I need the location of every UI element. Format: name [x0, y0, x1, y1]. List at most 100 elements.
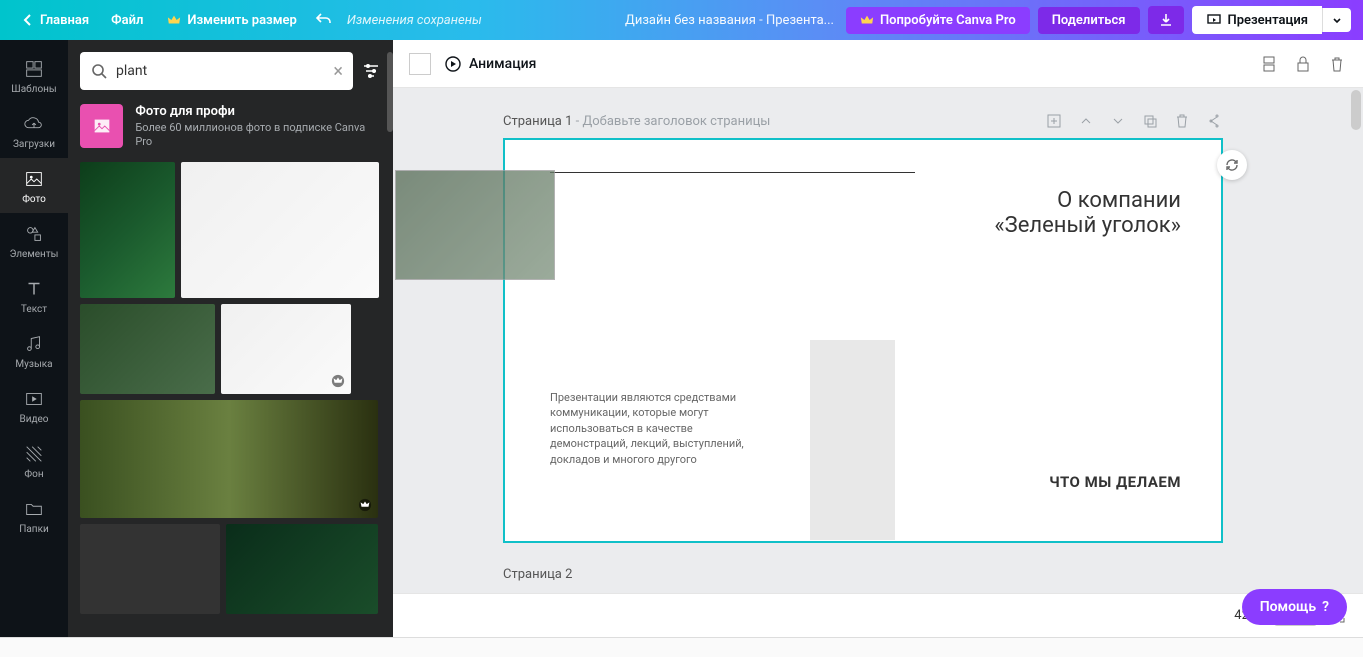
crown-icon — [860, 13, 874, 27]
search-icon — [90, 62, 108, 80]
photo-thumb[interactable] — [80, 304, 215, 394]
photo-thumb[interactable] — [80, 400, 378, 518]
resize-button[interactable]: Изменить размер — [155, 7, 308, 34]
rail-video-label: Видео — [19, 414, 48, 425]
shapes-icon — [23, 223, 45, 245]
move-up-icon[interactable] — [1077, 112, 1095, 130]
rail-music-label: Музыка — [15, 359, 52, 370]
canvas-toolbar: Анимация — [393, 40, 1363, 88]
rail-video[interactable]: Видео — [0, 378, 68, 433]
photo-thumb[interactable] — [80, 524, 220, 614]
canvas-scroll[interactable]: Страница 1 - Добавьте заголовок страницы… — [393, 88, 1363, 637]
help-label: Помощь — [1260, 599, 1316, 615]
folder-icon — [23, 498, 45, 520]
refresh-icon — [1224, 157, 1240, 173]
rail-elements-label: Элементы — [10, 249, 59, 260]
page-header: Страница 1 - Добавьте заголовок страницы — [503, 112, 1223, 130]
rail-templates[interactable]: Шаблоны — [0, 48, 68, 103]
rail-uploads[interactable]: Загрузки — [0, 103, 68, 158]
undo-button[interactable] — [309, 5, 339, 35]
video-icon — [23, 388, 45, 410]
text-icon — [23, 278, 45, 300]
pro-promo-card[interactable]: Фото для профи Более 60 миллионов фото в… — [80, 104, 381, 150]
rail-text[interactable]: Текст — [0, 268, 68, 323]
slide-title[interactable]: О компании «Зеленый уголок» — [994, 188, 1181, 238]
rail-background-label: Фон — [24, 469, 43, 480]
rail-templates-label: Шаблоны — [11, 84, 56, 95]
animation-button[interactable]: Анимация — [443, 54, 536, 74]
download-button[interactable] — [1148, 6, 1184, 34]
try-pro-button[interactable]: Попробуйте Canva Pro — [846, 7, 1030, 34]
animation-label: Анимация — [469, 56, 536, 72]
duplicate-icon[interactable] — [1141, 112, 1159, 130]
page-number-label: Страница 1 — [503, 114, 572, 129]
rail-background[interactable]: Фон — [0, 433, 68, 488]
browser-footer — [0, 637, 1363, 657]
slide-body-text[interactable]: Презентации являются средствами коммуник… — [550, 390, 760, 467]
search-box: × — [80, 52, 353, 90]
photo-thumb[interactable] — [80, 162, 175, 298]
rail-uploads-label: Загрузки — [13, 139, 55, 150]
filter-button[interactable] — [361, 61, 381, 81]
home-label: Главная — [40, 13, 89, 28]
pro-label: Попробуйте Canva Pro — [880, 13, 1016, 28]
document-title[interactable]: Дизайн без названия - Презента... — [625, 13, 834, 28]
present-label: Презентация — [1228, 13, 1309, 28]
color-swatch[interactable] — [409, 53, 431, 75]
divider-line — [550, 172, 915, 173]
presentation-icon — [1206, 12, 1222, 28]
slide-page-1[interactable]: О компании «Зеленый уголок» Презентации … — [503, 138, 1223, 543]
chevron-left-icon — [22, 14, 34, 26]
bottom-bar: 42 % 15 — [393, 593, 1363, 637]
move-down-icon[interactable] — [1109, 112, 1127, 130]
rail-music[interactable]: Музыка — [0, 323, 68, 378]
photo-thumb[interactable] — [181, 162, 379, 298]
home-button[interactable]: Главная — [12, 7, 99, 34]
resize-label: Изменить размер — [187, 13, 296, 28]
background-icon — [23, 443, 45, 465]
vertical-scrollbar[interactable] — [1351, 90, 1361, 130]
present-button[interactable]: Презентация — [1192, 6, 1323, 34]
image-icon — [91, 115, 113, 137]
rail-folders[interactable]: Папки — [0, 488, 68, 543]
photo-grid — [68, 150, 393, 637]
position-icon[interactable] — [1259, 54, 1279, 74]
crown-icon — [358, 498, 372, 512]
rail-elements[interactable]: Элементы — [0, 213, 68, 268]
rail-photos[interactable]: Фото — [0, 158, 68, 213]
clear-search-button[interactable]: × — [333, 61, 343, 82]
search-input[interactable] — [116, 63, 325, 79]
left-rail: Шаблоны Загрузки Фото Элементы Текст Муз… — [0, 40, 68, 637]
drag-preview-image[interactable] — [395, 170, 555, 280]
title-line-1: О компании — [994, 188, 1181, 213]
photo-thumb[interactable] — [226, 524, 378, 614]
undo-icon — [315, 11, 333, 29]
page-2-label: Страница 2 — [503, 567, 1223, 582]
photo-thumb[interactable] — [221, 304, 351, 394]
promo-subtitle: Более 60 миллионов фото в подписке Canva… — [135, 121, 381, 150]
page-title-input[interactable]: Добавьте заголовок страницы — [582, 114, 770, 129]
trash-icon[interactable] — [1173, 112, 1191, 130]
share-page-icon[interactable] — [1205, 112, 1223, 130]
animation-icon — [443, 54, 463, 74]
chevron-down-icon — [1331, 14, 1343, 26]
help-button[interactable]: Помощь ? — [1242, 589, 1347, 625]
add-page-icon[interactable] — [1045, 112, 1063, 130]
lock-icon[interactable] — [1293, 54, 1313, 74]
question-icon: ? — [1322, 599, 1329, 615]
crown-icon — [331, 374, 345, 388]
refresh-button[interactable] — [1217, 150, 1247, 180]
slide-subtitle[interactable]: ЧТО МЫ ДЕЛАЕМ — [1049, 473, 1181, 491]
rail-folders-label: Папки — [19, 524, 49, 535]
save-status: Изменения сохранены — [347, 13, 482, 28]
trash-icon[interactable] — [1327, 54, 1347, 74]
image-placeholder[interactable] — [810, 340, 895, 540]
file-menu[interactable]: Файл — [99, 7, 155, 34]
photo-icon — [23, 168, 45, 190]
top-menu-bar: Главная Файл Изменить размер Изменения с… — [0, 0, 1363, 40]
download-icon — [1158, 12, 1174, 28]
filter-icon — [361, 61, 381, 81]
present-dropdown[interactable] — [1322, 8, 1351, 32]
photo-panel: × Фото для профи Более 60 миллионов фото… — [68, 40, 393, 637]
share-button[interactable]: Поделиться — [1038, 7, 1140, 34]
